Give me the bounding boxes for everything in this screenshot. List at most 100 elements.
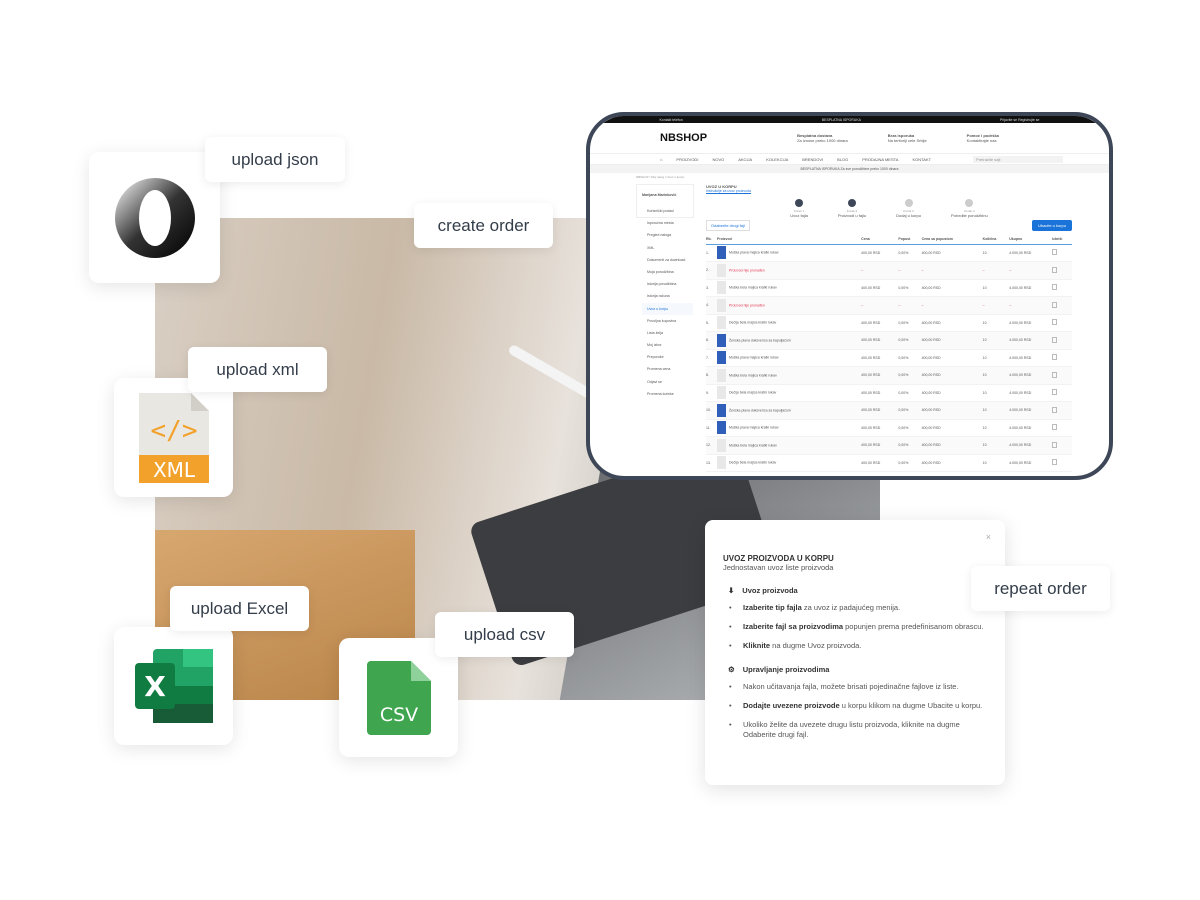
sidebar-item[interactable]: Istorija računa [642,290,693,302]
table-cell: 400,00 RSD [861,401,899,420]
trash-icon[interactable] [1052,319,1058,326]
product-name[interactable]: Ženska plava duksverica sa kapuljačom [729,338,791,342]
product-name[interactable]: Muška bela majica kratki rukav [729,443,777,447]
sidebar-item[interactable]: Moj izbor [642,339,693,351]
sidebar-item[interactable]: Promena cena [642,363,693,375]
sidebar-item[interactable]: Povoljna kupovina [642,315,693,327]
step-circle [847,199,856,207]
trash-icon[interactable] [1052,284,1058,291]
product-thumbnail [717,316,726,330]
nav-item[interactable]: KOLEKCIJA [766,157,788,162]
add-to-cart-button[interactable]: Ubacite u korpu [1031,220,1072,231]
instruction-bold: Izaberite tip fajla [743,603,802,612]
instructions-link[interactable]: Instrukcije za uvoz proizvoda [706,189,1072,193]
trash-icon[interactable] [1052,406,1058,413]
sidebar-item[interactable]: Preporuke [642,351,693,363]
product-name[interactable]: Muška plava majica kratki rukav [729,356,779,360]
table-cell: 10 [982,454,1010,472]
instruction-bold: Dodajte uvezene proizvode [743,701,840,710]
sidebar-item[interactable]: Promena lozinke [642,388,693,400]
svg-text:X: X [144,670,166,703]
table-cell: 4.000,00 RSD [1009,454,1053,472]
table-cell: 10 [982,349,1010,367]
table-cell [1052,454,1072,472]
choose-other-file-button[interactable]: Odaberite drugi fajl [706,220,750,231]
sidebar-item[interactable]: Pregled naloga [642,229,693,241]
cell-value: 4.000,00 RSD [1009,250,1032,255]
cell-value: 2. [706,268,709,273]
trash-icon[interactable] [1052,389,1058,396]
table-cell [1052,244,1072,262]
shop-logo[interactable]: NBSHOP [660,132,707,144]
table-row: 13. Dečija bela majica kratki rukav 400,00… [706,454,1072,472]
table-cell: Dečija bela majica kratki rukav [717,454,862,472]
cell-value: 4. [706,303,709,308]
table-cell: 5. [706,314,717,332]
trash-icon[interactable] [1052,354,1058,361]
cell-value: 0,00% [898,425,909,430]
svg-text:</>: </> [150,416,197,446]
search-input[interactable]: Pretražite sajt [973,155,1064,163]
close-icon[interactable]: × [986,532,991,542]
sidebar-item[interactable]: Odjavi se [642,376,693,388]
sidebar-item[interactable]: Dokumenti za download [642,254,693,266]
sidebar-item[interactable]: Uvoz u korpu [642,302,693,315]
sidebar-item[interactable]: Istorija porudžbina [642,278,693,290]
trash-icon[interactable] [1052,459,1058,466]
product-name[interactable]: Muška bela majica kratki rukav [729,373,777,377]
sidebar-item[interactable]: XML [642,242,693,254]
cell-value: 11. [706,425,711,430]
register-link[interactable]: Registrujte se [1018,118,1039,122]
trash-icon[interactable] [1052,266,1058,273]
cell-value: 0,00% [898,338,909,343]
table-cell: 400,00 RSD [861,436,899,455]
nav-item[interactable]: AKCIJA [738,157,752,162]
excel-icon: X [134,649,213,723]
sidebar-item[interactable]: Moja porudžbina [642,266,693,278]
table-cell: 10 [982,436,1010,455]
trash-icon[interactable] [1052,301,1058,308]
step-item: Korak 2 Proizvodi u fajlu [838,199,866,218]
trash-icon[interactable] [1052,424,1058,431]
nav-item[interactable]: BRENDOVI [802,157,823,162]
login-link[interactable]: Prijavite se [1000,118,1017,122]
table-cell: 400,00 RSD [921,349,983,367]
sidebar-item[interactable]: Lista želja [642,327,693,339]
trash-icon[interactable] [1052,336,1058,343]
sidebar-item[interactable]: Isporučna mesta [642,217,693,229]
product-name[interactable]: Proizvod nije pronađen [729,303,765,307]
account-sidebar: Marijana Marinković Korisnički podaci Isp… [636,184,694,396]
home-icon[interactable]: ⌂ [660,157,662,162]
product-name[interactable]: Ženska plava duksverica sa kapuljačom [729,408,791,412]
column-header: Cena [861,235,899,245]
instruction-text: u korpu klikom na dugme Ubacite u korpu. [839,701,983,710]
trash-icon[interactable] [1052,371,1058,378]
instruction-text: Nakon učitavanja fajla, možete brisati p… [743,682,959,691]
import-table: Rb. Proizvod Cena Popust Cena sa popustom Kol… [706,235,1072,472]
product-name[interactable]: Muška plava majica kratki rukav [729,426,779,430]
cell-value: 400,00 RSD [861,320,881,325]
nav-item[interactable]: KONTAKT [912,157,931,162]
product-name[interactable]: Proizvod nije pronađen [729,268,765,272]
table-row: 3. Muška bela majica kratki rukav 400,00 R… [706,279,1072,297]
sidebar-item[interactable]: Korisnički podaci [642,205,693,217]
product-thumbnail [717,403,726,417]
product-name[interactable]: Muška bela majica kratki rukav [729,286,777,290]
product-thumbnail [717,386,726,400]
cell-value: – [982,303,985,308]
product-name[interactable]: Dečija bela majica kratki rukav [729,391,776,395]
nav-item[interactable]: BLOG [837,157,848,162]
cell-value: 10 [982,355,987,360]
svg-text:CSV: CSV [379,704,417,726]
product-name[interactable]: Dečija bela majica kratki rukav [729,321,776,325]
product-name[interactable]: Dečija bela majica kratki rukav [729,461,776,465]
nav-item[interactable]: PRODAJNA MESTA [862,157,898,162]
section-heading: Upravljanje proizvodima [742,665,830,674]
topbar-promo: BESPLATNA ISPORUKA [821,117,862,122]
trash-icon[interactable] [1052,441,1058,448]
trash-icon[interactable] [1052,249,1058,256]
product-name[interactable]: Muška plava majica kratki rukav [729,251,779,255]
nav-item[interactable]: PROIZVODI [676,157,698,162]
nav-item[interactable]: NOVO [712,157,724,162]
product-thumbnail [717,456,726,470]
